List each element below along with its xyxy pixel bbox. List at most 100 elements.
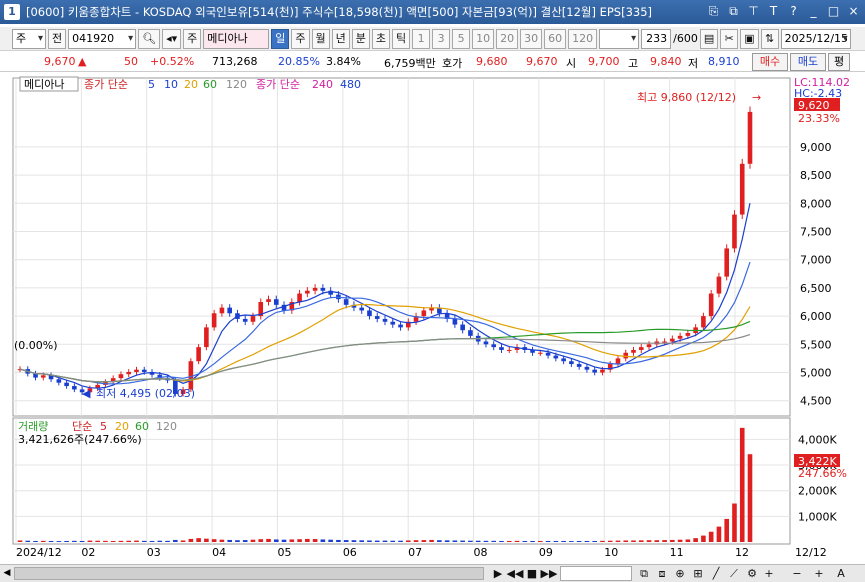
volume-bar bbox=[196, 538, 201, 542]
trend-icon[interactable]: ⟋ bbox=[726, 566, 742, 581]
volume-bar bbox=[631, 540, 636, 542]
window-cascade-icon[interactable]: ⧈ bbox=[654, 566, 670, 581]
search-icon[interactable]: 🔍︎ bbox=[138, 28, 161, 49]
scroll-left-arrow[interactable]: ◀ bbox=[1, 567, 13, 580]
pin-icon[interactable]: ⊤ bbox=[746, 3, 761, 20]
stock-code-input[interactable]: 041920 bbox=[68, 28, 137, 49]
type-select[interactable]: 주 bbox=[12, 28, 46, 49]
candle-body bbox=[390, 321, 396, 325]
candle-body bbox=[382, 318, 388, 322]
period-year-button[interactable]: 년 bbox=[331, 28, 350, 49]
interval-60-button[interactable]: 60 bbox=[544, 28, 567, 49]
candle-body bbox=[638, 347, 644, 350]
scroll-thumb[interactable] bbox=[14, 567, 484, 580]
candle-body bbox=[421, 310, 427, 317]
scroll-start-button[interactable]: ◀◀ bbox=[506, 566, 524, 581]
price-panel-frame bbox=[12, 77, 791, 417]
candle-body bbox=[72, 386, 77, 390]
period-tick-button[interactable]: 틱 bbox=[392, 28, 411, 49]
chart-style-icon[interactable]: ⊞ bbox=[690, 566, 706, 581]
minimize-icon[interactable]: _ bbox=[806, 3, 821, 20]
speaker-icon[interactable]: ◂▾ bbox=[162, 28, 182, 49]
date-input[interactable]: 2025/12/15 bbox=[780, 28, 851, 49]
volume-bar bbox=[506, 540, 512, 542]
zoom-slider[interactable] bbox=[560, 566, 632, 581]
high-arrow: → bbox=[752, 91, 761, 104]
volume-bar bbox=[716, 526, 722, 542]
interval-3-button[interactable]: 3 bbox=[432, 28, 451, 49]
buy-button[interactable]: 매수 bbox=[752, 53, 788, 71]
change-percent: +0.52% bbox=[150, 55, 195, 68]
interval-5-button[interactable]: 5 bbox=[452, 28, 471, 49]
date-tick-label: 07 bbox=[408, 546, 422, 559]
period-day-button[interactable]: 일 bbox=[271, 28, 290, 49]
volume-bar bbox=[273, 539, 279, 542]
stock-chart[interactable]: 9,000 8,500 8,000 7,500 7,000 6,500 6,000 5,500… bbox=[0, 74, 865, 564]
volume-bar bbox=[149, 540, 155, 542]
tools-icon[interactable]: ✂ bbox=[720, 28, 739, 49]
zoom-in-small-button[interactable]: + bbox=[762, 566, 776, 581]
candle-body bbox=[227, 307, 232, 314]
left-percent-label: (0.00%) bbox=[14, 339, 58, 352]
count-input[interactable]: 233 bbox=[641, 28, 672, 49]
compare-icon[interactable]: ⇅ bbox=[760, 28, 779, 49]
volume-bar bbox=[530, 540, 535, 542]
settings-gear-icon[interactable]: ⚙ bbox=[744, 566, 760, 581]
interval-120-button[interactable]: 120 bbox=[568, 28, 598, 49]
volume-bar bbox=[398, 540, 403, 542]
volume-bar bbox=[40, 540, 46, 542]
scroll-stop-button[interactable]: ■ bbox=[526, 566, 538, 581]
sell-button[interactable]: 매도 bbox=[790, 53, 826, 71]
stock-name-field[interactable]: 메디아나 bbox=[203, 28, 270, 49]
save-icon[interactable]: ▣ bbox=[740, 28, 759, 49]
interval-20-button[interactable]: 20 bbox=[496, 28, 519, 49]
candle-body bbox=[367, 310, 372, 317]
zoom-out-button[interactable]: − bbox=[790, 566, 804, 581]
restore-icon[interactable]: ⧉ bbox=[726, 3, 741, 20]
window-number-badge: 1 bbox=[4, 4, 20, 20]
volume-bar bbox=[514, 540, 520, 542]
crosshair-icon[interactable]: ⊕ bbox=[672, 566, 688, 581]
period-minute-button[interactable]: 분 bbox=[351, 28, 370, 49]
draw-line-icon[interactable]: ╱ bbox=[708, 566, 724, 581]
average-button[interactable]: 평 bbox=[828, 53, 850, 71]
volume-bar bbox=[64, 540, 69, 542]
period-week-button[interactable]: 주 bbox=[291, 28, 310, 49]
date-tick-label: 05 bbox=[277, 546, 291, 559]
interval-30-button[interactable]: 30 bbox=[520, 28, 543, 49]
volume-bar bbox=[289, 539, 295, 542]
candle-body bbox=[561, 358, 566, 362]
chart-area[interactable]: 9,000 8,500 8,000 7,500 7,000 6,500 6,000 5,500… bbox=[0, 74, 865, 564]
candle-body bbox=[126, 371, 132, 375]
zoom-in-button[interactable]: + bbox=[812, 566, 826, 581]
low-price: 8,910 bbox=[708, 55, 740, 68]
window-titlebar: 1 [0600] 키움종합차트 - KOSDAQ 외국인보유[514(천)] 주… bbox=[0, 0, 865, 24]
close-icon[interactable]: × bbox=[846, 3, 861, 20]
volume-bar bbox=[126, 540, 132, 542]
chart-scrollbar[interactable]: ◀ ▶ ◀◀ ■ ▶▶ ⧉ ⧈ ⊕ ⊞ ╱ ⟋ ⚙ + − + A bbox=[0, 564, 865, 582]
date-tick-label: 06 bbox=[343, 546, 357, 559]
volume-bar bbox=[25, 540, 31, 542]
interval-select[interactable] bbox=[599, 28, 640, 49]
scroll-right-arrow[interactable]: ▶ bbox=[492, 566, 504, 581]
interval-1-button[interactable]: 1 bbox=[412, 28, 431, 49]
maximize-icon[interactable]: □ bbox=[826, 3, 841, 20]
volume-bar bbox=[569, 541, 574, 542]
auto-scale-button[interactable]: A bbox=[834, 566, 848, 581]
period-month-button[interactable]: 월 bbox=[311, 28, 330, 49]
link-icon[interactable]: ⎘ bbox=[706, 3, 721, 20]
window-tile-icon[interactable]: ⧉ bbox=[636, 566, 652, 581]
volume-bar bbox=[141, 540, 147, 542]
volume-bar bbox=[33, 540, 38, 542]
scroll-end-button[interactable]: ▶▶ bbox=[540, 566, 558, 581]
volume-bar bbox=[685, 539, 691, 542]
prev-button[interactable]: 전 bbox=[48, 28, 67, 49]
interval-10-button[interactable]: 10 bbox=[472, 28, 495, 49]
settings-icon[interactable]: ▤ bbox=[699, 28, 719, 49]
help-icon[interactable]: ? bbox=[786, 3, 801, 20]
text-icon[interactable]: T bbox=[766, 3, 781, 20]
candle-body bbox=[343, 299, 349, 305]
volume-bar bbox=[312, 539, 318, 542]
volume-bar bbox=[662, 540, 667, 542]
period-second-button[interactable]: 초 bbox=[371, 28, 391, 49]
